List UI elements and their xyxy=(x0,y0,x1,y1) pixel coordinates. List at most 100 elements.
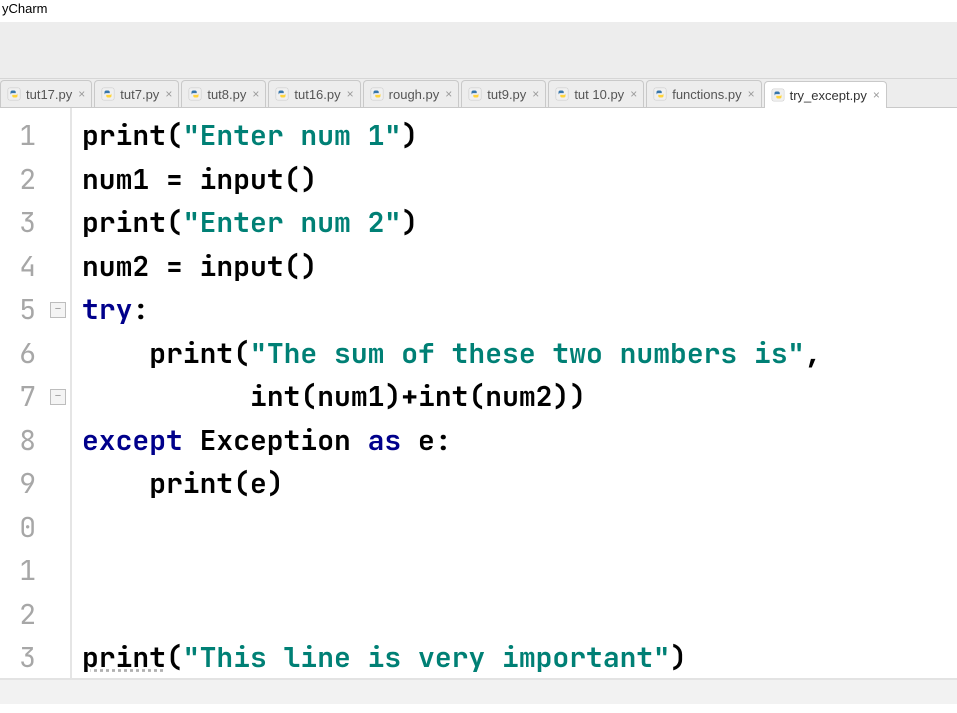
code-token: num1 xyxy=(82,161,166,198)
tab-label: tut 10.py xyxy=(574,87,624,102)
code-token: ) xyxy=(384,378,401,415)
tab-tut16-py[interactable]: tut16.py× xyxy=(268,80,360,107)
line-number: 5 xyxy=(0,288,36,332)
code-token xyxy=(82,465,149,502)
code-token: )) xyxy=(552,378,586,415)
code-token: e xyxy=(250,465,267,502)
code-token: print xyxy=(149,465,233,502)
editor[interactable]: 1234567890123 −− print("Enter num 1") nu… xyxy=(0,108,957,678)
code-token: Exception xyxy=(200,422,368,459)
code-token: ( xyxy=(166,117,183,154)
line-number: 2 xyxy=(0,158,36,202)
tab-label: tut7.py xyxy=(120,87,159,102)
code-token: "Enter num 2" xyxy=(183,204,401,241)
close-icon[interactable]: × xyxy=(873,88,880,102)
python-file-icon xyxy=(468,87,482,101)
tab-label: functions.py xyxy=(672,87,741,102)
code-text[interactable]: print("Enter num 1") num1 = input() prin… xyxy=(72,114,957,678)
tab-tut8-py[interactable]: tut8.py × xyxy=(181,80,266,107)
code-token: = xyxy=(166,248,200,285)
tab-tut-10-py[interactable]: tut 10.py × xyxy=(548,80,644,107)
code-token: "Enter num 1" xyxy=(183,117,401,154)
code-token: "The sum of these two numbers is" xyxy=(250,335,804,372)
close-icon[interactable]: × xyxy=(78,87,85,101)
line-number: 3 xyxy=(0,636,36,680)
code-token: int xyxy=(418,378,468,415)
code-token: as xyxy=(368,422,418,459)
python-file-icon xyxy=(653,87,667,101)
line-number: 2 xyxy=(0,593,36,637)
python-file-icon xyxy=(188,87,202,101)
code-token xyxy=(82,335,149,372)
close-icon[interactable]: × xyxy=(165,87,172,101)
tab-tut9-py[interactable]: tut9.py× xyxy=(461,80,546,107)
code-token: , xyxy=(804,335,821,372)
tab-label: rough.py xyxy=(389,87,440,102)
python-file-icon xyxy=(7,87,21,101)
tab-tut17-py[interactable]: tut17.py × xyxy=(0,80,92,107)
python-file-icon xyxy=(101,87,115,101)
editor-tab-bar[interactable]: tut17.py×tut7.py×tut8.py×tut16.py×rough.… xyxy=(0,79,957,108)
code-token: "This line is very important" xyxy=(183,639,670,676)
line-number: 8 xyxy=(0,419,36,463)
code-token: except xyxy=(82,422,200,459)
fold-gutter[interactable]: −− xyxy=(48,108,70,678)
line-number-gutter: 1234567890123 xyxy=(0,108,48,678)
code-token: = xyxy=(166,161,200,198)
status-bar xyxy=(0,680,957,704)
tab-functions-py[interactable]: functions.py × xyxy=(646,80,761,107)
tab-label: tut8.py xyxy=(207,87,246,102)
code-token: : xyxy=(132,291,149,328)
tab-label: tut17.py xyxy=(26,87,72,102)
close-icon[interactable]: × xyxy=(532,87,539,101)
close-icon[interactable]: × xyxy=(445,87,452,101)
code-token: print xyxy=(82,117,166,154)
close-icon[interactable]: × xyxy=(748,87,755,101)
app-title-text: yCharm xyxy=(2,1,48,16)
code-token: input xyxy=(200,161,284,198)
python-file-icon xyxy=(7,87,21,101)
close-icon[interactable]: × xyxy=(347,87,354,101)
code-token: print xyxy=(82,639,166,676)
code-token: int xyxy=(250,378,300,415)
tab-label: try_except.py xyxy=(790,88,867,103)
close-icon[interactable]: × xyxy=(630,87,637,101)
tab-tut7-py[interactable]: tut7.py × xyxy=(94,80,179,107)
code-token: num2 xyxy=(82,248,166,285)
close-icon[interactable]: × xyxy=(252,87,259,101)
code-token: num2 xyxy=(485,378,552,415)
fold-toggle[interactable]: − xyxy=(50,302,66,318)
tab-rough-py[interactable]: rough.py × xyxy=(363,80,460,107)
code-token: + xyxy=(401,378,418,415)
python-file-icon xyxy=(555,87,569,101)
line-number: 3 xyxy=(0,201,36,245)
python-file-icon xyxy=(653,87,667,101)
line-number: 0 xyxy=(0,506,36,550)
python-file-icon xyxy=(771,88,785,102)
code-token xyxy=(82,378,250,415)
python-file-icon xyxy=(468,87,482,101)
python-file-icon xyxy=(771,88,785,102)
line-number: 6 xyxy=(0,332,36,376)
line-number: 1 xyxy=(0,114,36,158)
fold-toggle[interactable]: − xyxy=(50,389,66,405)
window-title: yCharm xyxy=(0,0,957,22)
python-file-icon xyxy=(555,87,569,101)
code-token: input xyxy=(200,248,284,285)
python-file-icon xyxy=(370,87,384,101)
python-file-icon xyxy=(275,87,289,101)
code-token: ( xyxy=(233,335,250,372)
code-token: () xyxy=(284,248,318,285)
code-token: ( xyxy=(468,378,485,415)
python-file-icon xyxy=(188,87,202,101)
code-token: () xyxy=(284,161,318,198)
code-token: ( xyxy=(166,204,183,241)
python-file-icon xyxy=(370,87,384,101)
code-token: try xyxy=(82,291,132,328)
code-token: ( xyxy=(300,378,317,415)
code-area[interactable]: print("Enter num 1") num1 = input() prin… xyxy=(70,108,957,678)
tab-try-except-py[interactable]: try_except.py × xyxy=(764,81,887,108)
line-number: 7 xyxy=(0,375,36,419)
toolbar-area xyxy=(0,22,957,79)
code-token: ) xyxy=(670,639,687,676)
